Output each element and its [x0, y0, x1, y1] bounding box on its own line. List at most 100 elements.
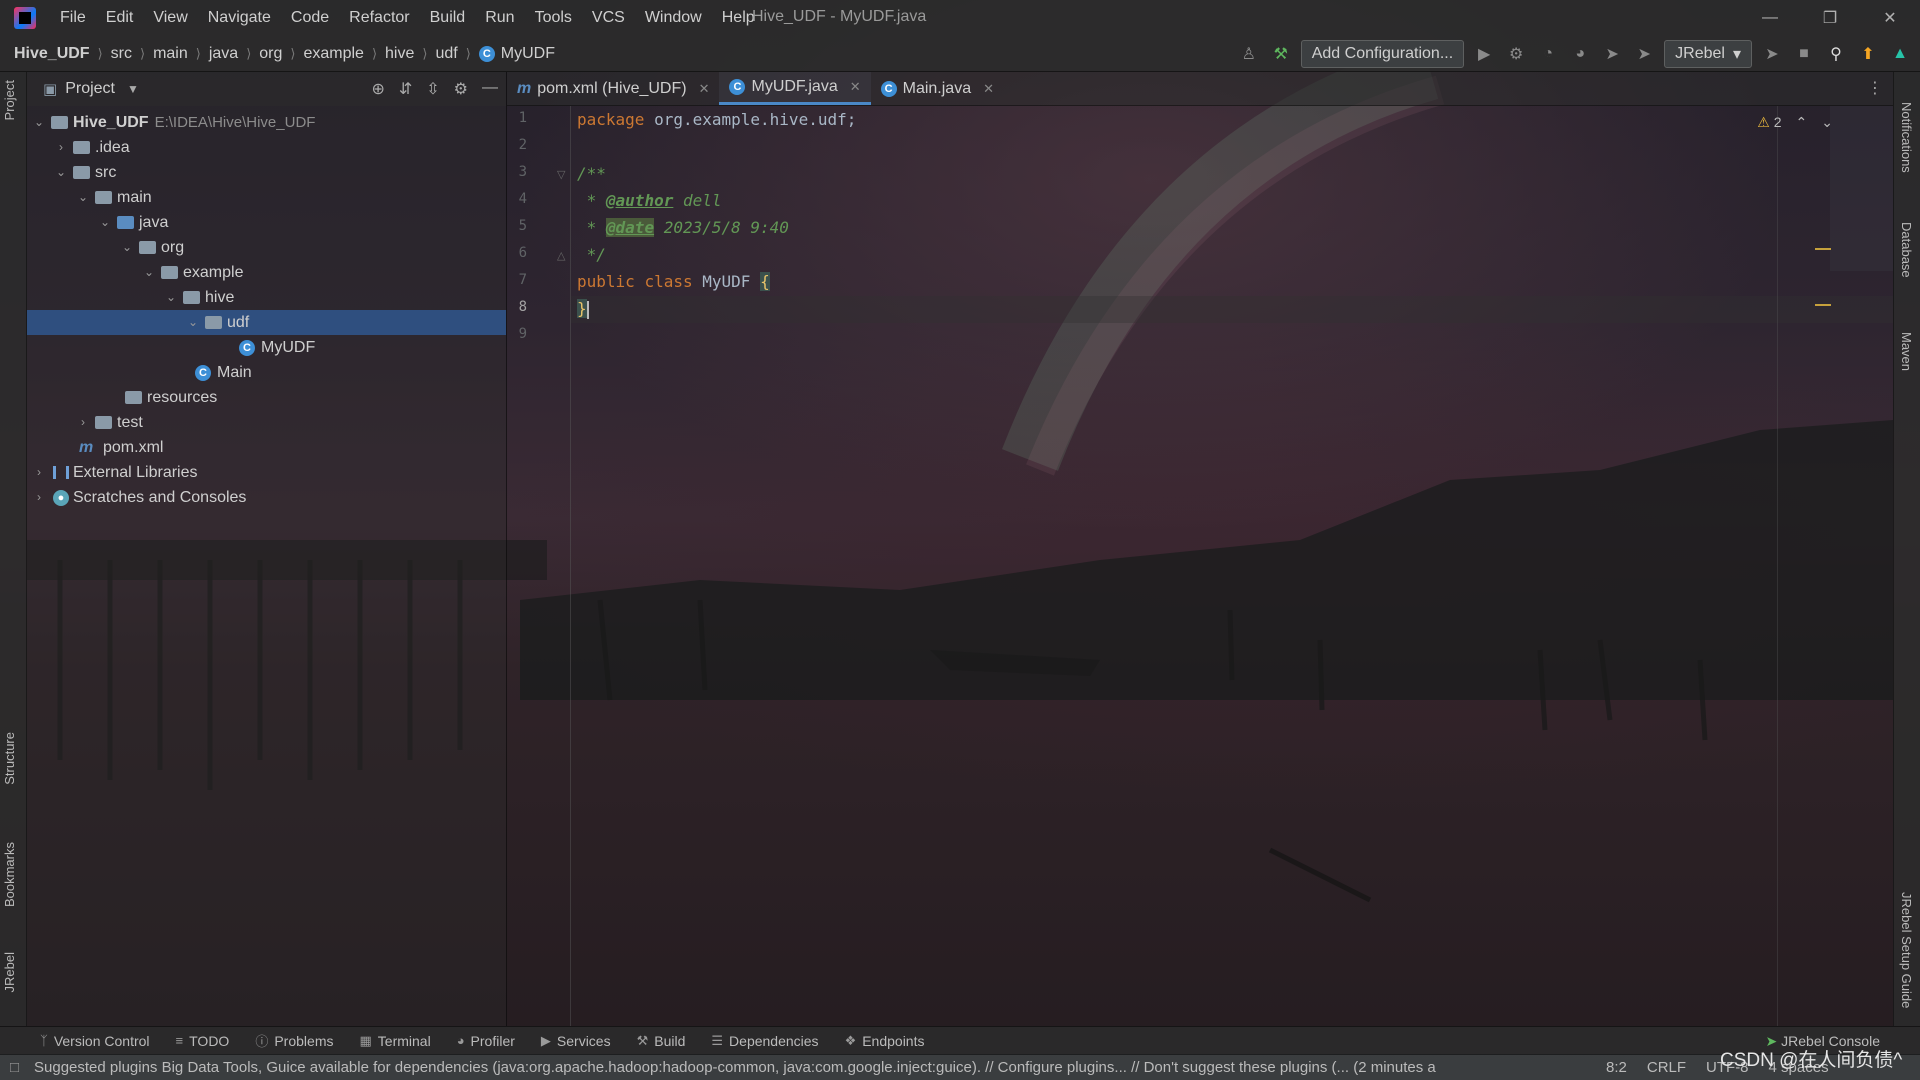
- chevron-down-icon[interactable]: ⌄: [55, 160, 67, 185]
- menu-window[interactable]: Window: [635, 9, 712, 27]
- menu-vcs[interactable]: VCS: [582, 9, 635, 27]
- tree-item-src[interactable]: ⌄ src: [27, 160, 506, 185]
- warning-marker[interactable]: [1815, 304, 1831, 306]
- add-configuration-button[interactable]: Add Configuration...: [1300, 40, 1465, 68]
- chevron-down-icon[interactable]: ⌄: [99, 210, 111, 235]
- menu-view[interactable]: View: [143, 9, 197, 27]
- more-options-icon[interactable]: ⋮: [1867, 78, 1883, 98]
- menu-run[interactable]: Run: [475, 9, 524, 27]
- tab-myudf-java[interactable]: C MyUDF.java ✕: [719, 72, 871, 105]
- close-icon[interactable]: ✕: [983, 81, 994, 97]
- jrebel-update-icon[interactable]: ➤: [1760, 41, 1784, 67]
- tree-item-resources[interactable]: resources: [27, 385, 506, 410]
- tree-item-external-libraries[interactable]: › External Libraries: [27, 460, 506, 485]
- crumb-project[interactable]: Hive_UDF: [14, 45, 90, 63]
- tree-item-udf[interactable]: ⌄ udf: [27, 310, 506, 335]
- crumb-hive[interactable]: hive: [385, 45, 414, 63]
- restore-icon[interactable]: ❐: [1800, 0, 1860, 36]
- close-icon[interactable]: ✕: [699, 81, 710, 97]
- coverage-icon[interactable]: ◔: [1536, 41, 1560, 67]
- tool-profiler[interactable]: ◕ Profiler: [457, 1033, 515, 1049]
- project-tool-tab[interactable]: Project: [2, 80, 17, 120]
- fold-icon[interactable]: △: [557, 249, 565, 262]
- intellij-logo-icon[interactable]: [14, 7, 36, 29]
- notifications-tool-tab[interactable]: Notifications: [1899, 102, 1914, 173]
- jrebel-select[interactable]: JRebel ▾: [1664, 40, 1752, 68]
- run-icon[interactable]: ▶: [1472, 41, 1496, 67]
- crumb-java[interactable]: java: [209, 45, 238, 63]
- locate-file-icon[interactable]: ⊕: [371, 79, 384, 99]
- fold-icon[interactable]: ▽: [557, 168, 565, 181]
- crumb-myudf[interactable]: MyUDF: [501, 45, 555, 63]
- tool-terminal[interactable]: ▦ Terminal: [359, 1033, 430, 1049]
- tool-todo[interactable]: ≡ TODO: [176, 1033, 230, 1049]
- expand-all-icon[interactable]: ⇵: [399, 79, 412, 99]
- code-editor[interactable]: 1 2 3 4 5 6 7 8 9 ▽ △ package org.exampl…: [507, 106, 1893, 1026]
- chevron-up-icon[interactable]: ⌃: [1796, 114, 1808, 131]
- menu-build[interactable]: Build: [420, 9, 476, 27]
- crumb-udf[interactable]: udf: [435, 45, 457, 63]
- bookmarks-tool-tab[interactable]: Bookmarks: [2, 842, 17, 907]
- tree-item-myudf[interactable]: C MyUDF: [27, 335, 506, 360]
- chevron-down-icon[interactable]: ⌄: [121, 235, 133, 260]
- minimize-icon[interactable]: —: [1740, 0, 1800, 36]
- user-icon[interactable]: ♙: [1237, 41, 1261, 67]
- tree-item-org[interactable]: ⌄ org: [27, 235, 506, 260]
- chevron-right-icon[interactable]: ›: [55, 135, 67, 160]
- chevron-right-icon[interactable]: ›: [77, 410, 89, 435]
- gear-icon[interactable]: ⚙: [454, 79, 468, 99]
- status-message[interactable]: Suggested plugins Big Data Tools, Guice …: [34, 1059, 1574, 1076]
- tree-item-java[interactable]: ⌄ java: [27, 210, 506, 235]
- tree-item-main-class[interactable]: C Main: [27, 360, 506, 385]
- tool-dependencies[interactable]: ☰ Dependencies: [711, 1033, 818, 1049]
- tree-item-test[interactable]: › test: [27, 410, 506, 435]
- tree-item-hive[interactable]: ⌄ hive: [27, 285, 506, 310]
- profile-icon[interactable]: ◕: [1568, 41, 1592, 67]
- close-icon[interactable]: ✕: [1860, 0, 1920, 36]
- caret-position[interactable]: 8:2: [1606, 1059, 1627, 1076]
- jrebel-tool-tab[interactable]: JRebel: [2, 952, 17, 992]
- maven-tool-tab[interactable]: Maven: [1899, 332, 1914, 371]
- menu-edit[interactable]: Edit: [96, 9, 144, 27]
- menu-refactor[interactable]: Refactor: [339, 9, 419, 27]
- collapse-all-icon[interactable]: ⇳: [426, 79, 439, 99]
- menu-navigate[interactable]: Navigate: [198, 9, 281, 27]
- tree-item-example[interactable]: ⌄ example: [27, 260, 506, 285]
- jrebel-debug-icon[interactable]: ➤: [1632, 41, 1656, 67]
- chevron-down-icon[interactable]: ⌄: [77, 185, 89, 210]
- inspection-widget[interactable]: ⚠ 2 ⌃ ⌄: [1757, 114, 1833, 131]
- warning-marker[interactable]: [1815, 248, 1831, 250]
- code-minimap[interactable]: [1830, 106, 1893, 271]
- menu-file[interactable]: File: [50, 9, 96, 27]
- chevron-right-icon[interactable]: ›: [33, 460, 45, 485]
- menu-code[interactable]: Code: [281, 9, 339, 27]
- chevron-down-icon[interactable]: ▼: [127, 82, 139, 96]
- search-icon[interactable]: ⚲: [1824, 41, 1848, 67]
- project-view-selector[interactable]: Project: [65, 80, 115, 98]
- update-icon[interactable]: ⬆: [1856, 41, 1880, 67]
- crumb-example[interactable]: example: [303, 45, 363, 63]
- tree-item-scratches[interactable]: › ● Scratches and Consoles: [27, 485, 506, 510]
- crumb-main[interactable]: main: [153, 45, 188, 63]
- close-icon[interactable]: ✕: [850, 79, 861, 95]
- tool-version-control[interactable]: ᛉ Version Control: [40, 1033, 150, 1049]
- database-tool-tab[interactable]: Database: [1899, 222, 1914, 278]
- tree-item-hive-udf[interactable]: ⌄ Hive_UDF E:\IDEA\Hive\Hive_UDF: [27, 110, 506, 135]
- tree-item-pom[interactable]: m pom.xml: [27, 435, 506, 460]
- chevron-right-icon[interactable]: ›: [33, 485, 45, 510]
- chevron-down-icon[interactable]: ⌄: [187, 310, 199, 335]
- jrebel-run-icon[interactable]: ➤: [1600, 41, 1624, 67]
- jetbrains-toolbox-icon[interactable]: ▲: [1888, 41, 1912, 67]
- chevron-down-icon[interactable]: ⌄: [143, 260, 155, 285]
- tab-pom-xml[interactable]: m pom.xml (Hive_UDF) ✕: [507, 72, 719, 105]
- chevron-down-icon[interactable]: ⌄: [165, 285, 177, 310]
- debug-icon[interactable]: ⚙: [1504, 41, 1528, 67]
- crumb-org[interactable]: org: [259, 45, 282, 63]
- structure-tool-tab[interactable]: Structure: [2, 732, 17, 785]
- tool-build[interactable]: ⚒ Build: [637, 1033, 686, 1049]
- tree-item-main[interactable]: ⌄ main: [27, 185, 506, 210]
- tool-services[interactable]: ▶ Services: [541, 1033, 611, 1049]
- tool-problems[interactable]: ⓘ Problems: [255, 1031, 333, 1050]
- crumb-src[interactable]: src: [111, 45, 132, 63]
- chevron-down-icon[interactable]: ⌄: [33, 110, 45, 135]
